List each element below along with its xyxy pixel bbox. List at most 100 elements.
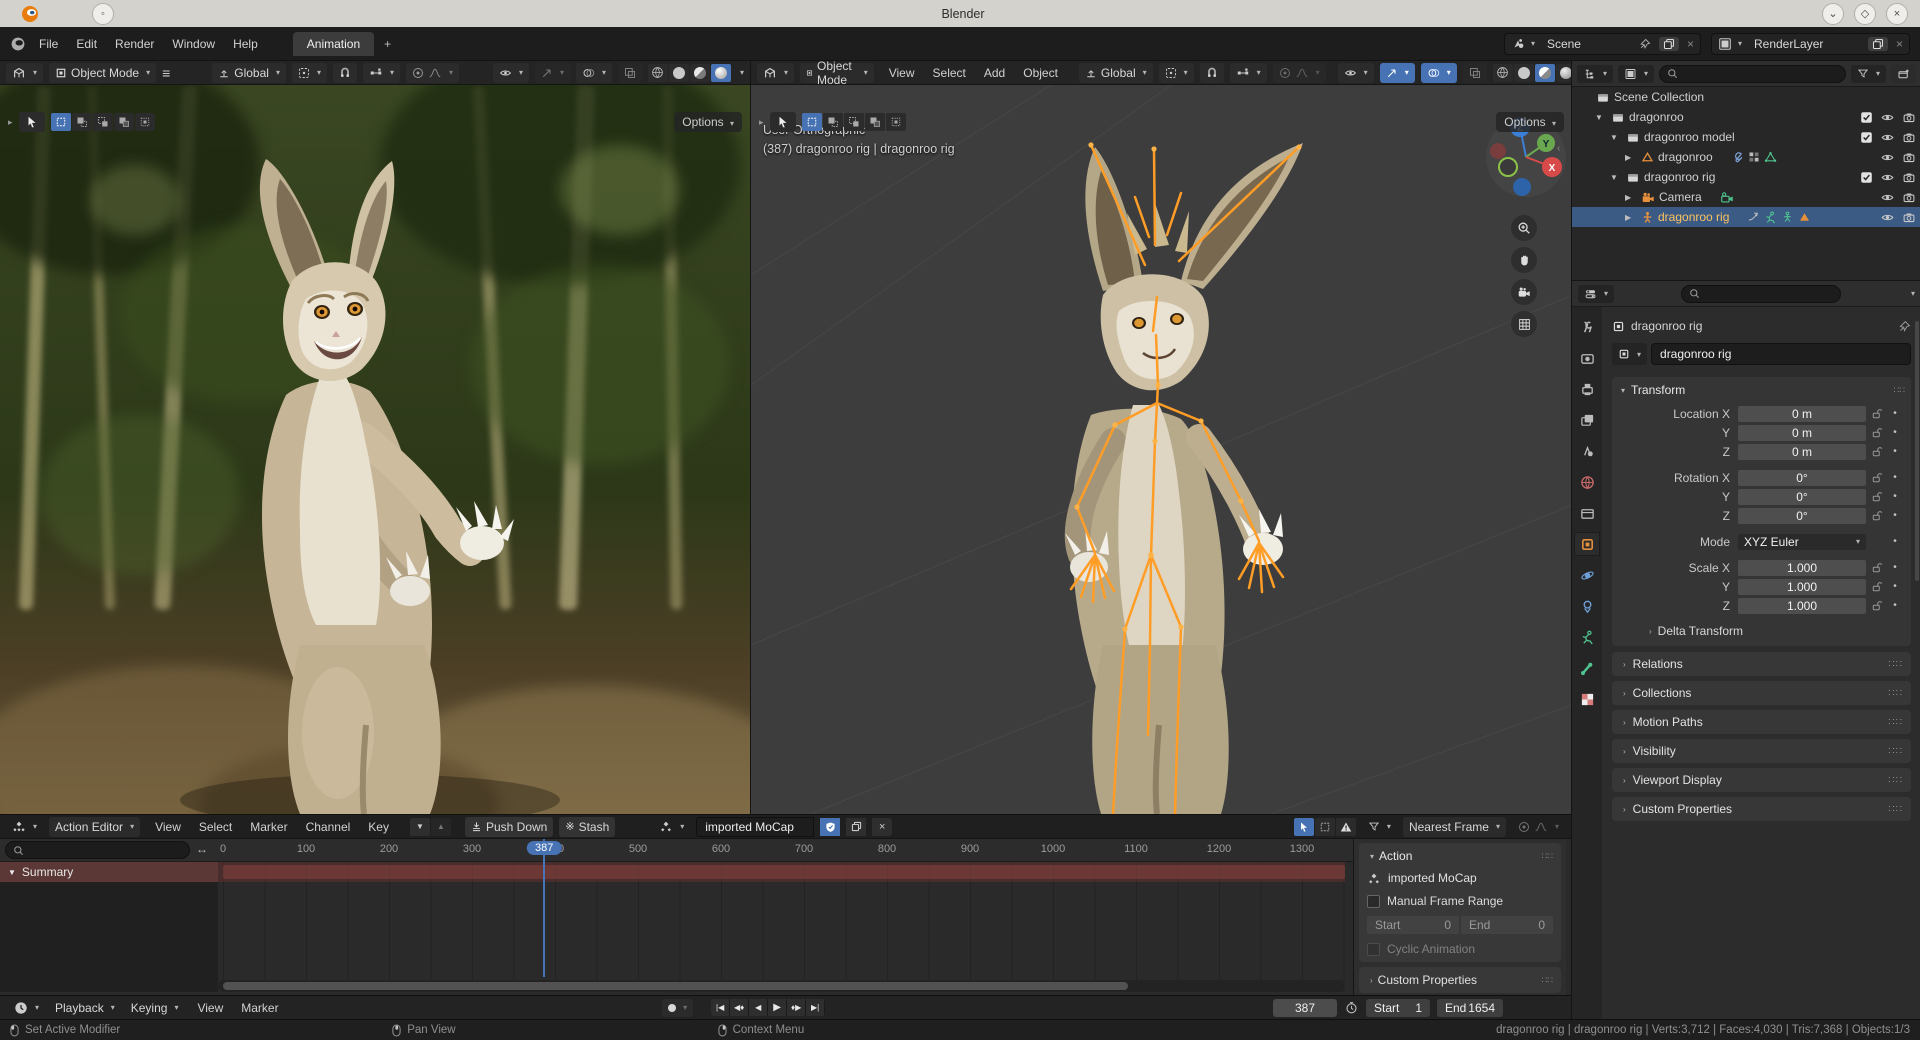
shading-solid-button[interactable] (669, 64, 689, 82)
gizmos-dropdown[interactable]: ▾ (1380, 63, 1415, 83)
outliner-row-dragonroo-rig[interactable]: ▼dragonroo rig (1572, 167, 1920, 187)
action-datablock-name[interactable]: imported MoCap (1388, 871, 1477, 885)
action-browse-button[interactable]: ▾ (653, 817, 690, 837)
menu-select[interactable]: Select (924, 63, 975, 83)
renderlayer-copy-button[interactable] (1868, 37, 1888, 51)
properties-tab-view-layer[interactable] (1574, 408, 1600, 432)
transform-orientation-dropdown[interactable]: Global▾ (1079, 63, 1153, 83)
dope-mode-dropdown[interactable]: Action Editor▾ (49, 817, 140, 837)
hide-hidden-toggle[interactable] (1315, 818, 1335, 836)
lock-icon[interactable] (1866, 446, 1888, 458)
editor-type-button[interactable]: ▾ (6, 63, 43, 83)
lock-icon[interactable] (1866, 562, 1888, 574)
panel-drag-dots[interactable]: ∷∷ (1894, 385, 1905, 396)
shading-rendered-button[interactable] (711, 64, 731, 82)
shading-dropdown[interactable]: ▾ (740, 68, 744, 77)
action-unlink-button[interactable]: × (872, 818, 892, 836)
hide-eye-toggle[interactable] (1879, 151, 1896, 164)
pin-id-icon[interactable] (1898, 320, 1911, 333)
lock-icon[interactable] (1866, 427, 1888, 439)
menu-select[interactable]: Select (190, 817, 241, 837)
rendered-canvas[interactable] (0, 85, 750, 814)
shading-material-button[interactable] (1535, 64, 1555, 82)
menu-key[interactable]: Key (359, 817, 398, 837)
transform-panel-title[interactable]: Transform (1631, 383, 1685, 397)
menu-marker[interactable]: Marker (232, 998, 287, 1018)
summary-channel[interactable]: ▼ Summary (0, 862, 218, 882)
action-start-field[interactable]: Start0 (1367, 916, 1459, 934)
lock-icon[interactable] (1866, 510, 1888, 522)
sidebar-collapse-arrow[interactable]: ‹ (1557, 143, 1560, 154)
jump-to-start-button[interactable]: |◀ (711, 999, 730, 1016)
render-camera-toggle[interactable] (1900, 151, 1917, 164)
playback-menu[interactable]: Playback▾ (49, 998, 121, 1018)
only-errors-toggle[interactable] (1336, 818, 1356, 836)
hide-eye-toggle[interactable] (1879, 131, 1896, 144)
properties-tab-tool[interactable] (1574, 315, 1600, 339)
value-field[interactable]: 0 m (1738, 406, 1866, 422)
properties-search-input[interactable] (1681, 285, 1841, 303)
preview-range-stopwatch-icon[interactable] (1345, 1001, 1358, 1014)
outliner-search-input[interactable] (1659, 65, 1846, 83)
gizmos-dropdown[interactable]: ▾ (535, 63, 570, 83)
add-workspace-button[interactable]: + (374, 37, 401, 51)
manual-frame-range-checkbox[interactable] (1367, 895, 1380, 908)
panel-viewport-display[interactable]: ›Viewport Display∷∷ (1612, 768, 1911, 792)
timeline-editor-type-button[interactable]: ▾ (8, 998, 45, 1018)
hide-eye-toggle[interactable] (1879, 211, 1896, 224)
cyclic-animation-checkbox[interactable] (1367, 943, 1380, 956)
select-mode-subtract[interactable] (93, 113, 113, 131)
menu-view[interactable]: View (880, 63, 924, 83)
viewport-left-options-dropdown[interactable]: Options ▾ (674, 112, 742, 132)
custom-properties-panel[interactable]: › Custom Properties ∷∷ (1359, 967, 1561, 993)
scene-pin-icon[interactable] (1633, 34, 1657, 54)
outliner-editor-type-button[interactable]: ▾ (1577, 65, 1613, 83)
object-visibility-dropdown[interactable]: ▾ (1338, 63, 1374, 83)
toolbar-expand-arrow[interactable]: ▸ (8, 117, 13, 128)
menu-help[interactable]: Help (224, 34, 267, 54)
panel-custom-properties[interactable]: ›Custom Properties∷∷ (1612, 797, 1911, 821)
pivot-point-dropdown[interactable]: ▾ (292, 63, 327, 83)
renderlayer-remove-button[interactable]: × (1890, 34, 1909, 54)
action-end-field[interactable]: End0 (1461, 916, 1553, 934)
overlays-dropdown[interactable]: ▾ (576, 63, 612, 83)
window-close-button[interactable]: × (1886, 3, 1908, 25)
panel-motion-paths[interactable]: ›Motion Paths∷∷ (1612, 710, 1911, 734)
current-frame-field[interactable]: 387 (1273, 999, 1337, 1017)
select-mode-set[interactable] (51, 113, 71, 131)
frame-end-field[interactable]: End1654 (1437, 999, 1503, 1017)
panel-visibility[interactable]: ›Visibility∷∷ (1612, 739, 1911, 763)
new-collection-button[interactable] (1891, 65, 1916, 83)
keying-menu[interactable]: Keying▾ (125, 998, 185, 1018)
select-mode-intersect[interactable] (886, 113, 906, 131)
delta-transform-panel[interactable]: Delta Transform (1658, 624, 1743, 638)
properties-tab-texture[interactable] (1574, 687, 1600, 711)
select-mode-subtract[interactable] (844, 113, 864, 131)
menu-file[interactable]: File (30, 34, 67, 54)
channel-search-input[interactable] (5, 841, 190, 859)
outliner-row-scene-collection[interactable]: Scene Collection (1572, 87, 1920, 107)
shading-material-button[interactable] (690, 64, 710, 82)
animate-dot[interactable]: • (1888, 427, 1902, 438)
render-camera-toggle[interactable] (1900, 211, 1917, 224)
editor-type-button[interactable]: ▾ (757, 63, 794, 83)
xray-toggle[interactable] (1463, 63, 1487, 83)
transform-orientation-dropdown[interactable]: Global▾ (212, 63, 286, 83)
snap-mode-dropdown[interactable]: Nearest Frame▾ (1403, 817, 1506, 837)
value-field[interactable]: 1.000 (1738, 560, 1866, 576)
workspace-tab-animation[interactable]: Animation (293, 32, 374, 56)
properties-tab-object[interactable] (1574, 532, 1600, 556)
select-mode-invert[interactable] (114, 113, 134, 131)
push-down-button[interactable]: Push Down (465, 817, 553, 837)
object-visibility-dropdown[interactable]: ▾ (493, 63, 529, 83)
menu-view[interactable]: View (188, 998, 232, 1018)
scene-new-copy-button[interactable] (1659, 37, 1679, 51)
camera-view-button[interactable] (1511, 279, 1537, 305)
dope-horizontal-scrollbar[interactable] (218, 980, 1345, 992)
outliner-filter-dropdown[interactable]: ▾ (1851, 65, 1886, 83)
jump-to-end-button[interactable]: ▶| (806, 999, 825, 1016)
properties-tab-bone[interactable] (1574, 656, 1600, 680)
panel-collections[interactable]: ›Collections∷∷ (1612, 681, 1911, 705)
properties-tab-armature-data[interactable] (1574, 625, 1600, 649)
action-name-field[interactable]: imported MoCap (696, 817, 814, 837)
